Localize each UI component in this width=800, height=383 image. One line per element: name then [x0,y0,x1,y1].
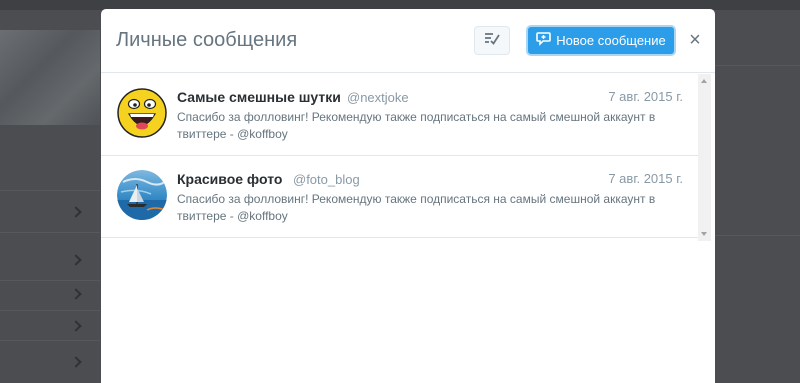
background-chevron-icon [70,320,82,332]
sender-handle[interactable]: @nextjoke [347,90,409,105]
dialog-title: Личные сообщения [116,29,298,51]
avatar [117,170,167,220]
background-divider [0,190,100,191]
new-message-label: Новое сообщение [556,33,666,48]
scroll-down-arrow-icon[interactable] [701,232,707,236]
background-divider [715,235,800,236]
close-button[interactable]: × [686,29,704,51]
background-divider [715,65,800,66]
background-chevron-icon [70,254,82,266]
background-photo [0,30,100,125]
sender-handle[interactable]: @foto_blog [293,172,360,187]
close-icon: × [689,29,701,51]
dialog-header: Личные сообщения Новое сообщение × [101,9,715,73]
background-divider [0,310,100,311]
background-divider [0,280,100,281]
conversation-list: Самые смешные шутки @nextjoke 7 авг. 201… [101,74,698,238]
avatar [117,88,167,138]
background-divider [0,232,100,233]
background-chevron-icon [70,356,82,368]
message-preview: Спасибо за фолловинг! Рекомендую также п… [177,192,656,223]
compose-message-icon [536,32,552,49]
sender-name[interactable]: Красивое фото [177,171,282,187]
direct-messages-dialog: Личные сообщения Новое сообщение × Самые… [101,9,715,383]
sender-name[interactable]: Самые смешные шутки [177,89,341,105]
message-date: 7 авг. 2015 г. [608,171,683,186]
message-date: 7 авг. 2015 г. [608,89,683,104]
background-chevron-icon [70,288,82,300]
conversation-item[interactable]: Самые смешные шутки @nextjoke 7 авг. 201… [101,74,698,156]
conversation-item[interactable]: Красивое фото @foto_blog 7 авг. 2015 г. … [101,156,698,238]
scroll-up-arrow-icon[interactable] [701,79,707,83]
background-chevron-icon [70,206,82,218]
list-scrollbar[interactable] [698,74,711,241]
background-divider [0,340,100,341]
message-preview: Спасибо за фолловинг! Рекомендую также п… [177,110,656,141]
new-message-button[interactable]: Новое сообщение [526,25,676,56]
mark-all-read-button[interactable] [474,26,510,55]
mark-all-read-icon [484,31,500,50]
